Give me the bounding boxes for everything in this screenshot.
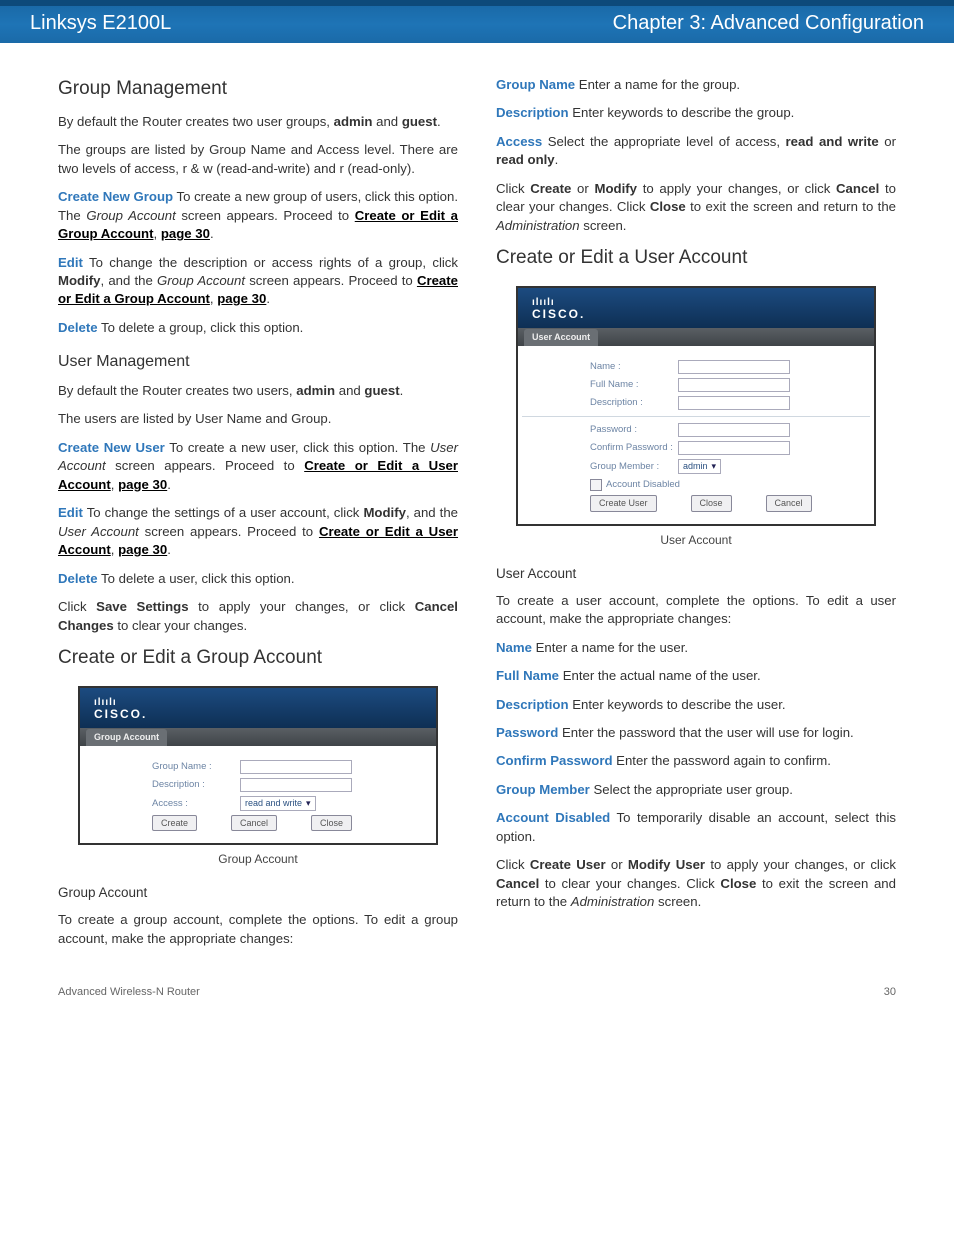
label-full-name: Full Name :	[590, 378, 678, 391]
label-name: Name :	[590, 360, 678, 373]
figure-user-account: ılıılı CISCO. User Account Name : Full N…	[496, 286, 896, 549]
label-account-disabled: Account Disabled	[606, 478, 680, 491]
create-button[interactable]: Create	[152, 815, 197, 832]
tab-user-account[interactable]: User Account	[524, 329, 598, 346]
checkbox-account-disabled[interactable]	[590, 479, 602, 491]
figure-group-account: ılıılı CISCO. Group Account Group Name :…	[58, 686, 458, 868]
cisco-logo-text: CISCO.	[532, 308, 860, 320]
key-edit: Edit	[58, 255, 83, 270]
link-page-30[interactable]: page 30	[118, 477, 167, 492]
figure-caption: User Account	[496, 532, 896, 549]
label-group-member: Group Member :	[590, 460, 678, 473]
key-create-new-user: Create New User	[58, 440, 165, 455]
footer-left: Advanced Wireless-N Router	[58, 986, 200, 998]
para-apply-changes: Click Create or Modify to apply your cha…	[496, 180, 896, 235]
para-confirm-password: Confirm Password Enter the password agai…	[496, 752, 896, 770]
key-full-name: Full Name	[496, 668, 559, 683]
para: The groups are listed by Group Name and …	[58, 141, 458, 178]
input-password[interactable]	[678, 423, 790, 437]
para-apply-user-changes: Click Create User or Modify User to appl…	[496, 856, 896, 911]
para-password: Password Enter the password that the use…	[496, 724, 896, 742]
para-description: Description Enter keywords to describe t…	[496, 696, 896, 714]
label-confirm-password: Confirm Password :	[590, 441, 678, 454]
close-button[interactable]: Close	[311, 815, 352, 832]
create-user-button[interactable]: Create User	[590, 495, 657, 512]
chevron-down-icon: ▾	[306, 797, 311, 810]
heading-create-edit-user-account: Create or Edit a User Account	[496, 245, 896, 272]
para: To create a group account, complete the …	[58, 911, 458, 948]
header-chapter: Chapter 3: Advanced Configuration	[613, 12, 924, 35]
label-description: Description :	[590, 396, 678, 409]
page-header: Linksys E2100L Chapter 3: Advanced Confi…	[0, 0, 954, 44]
subheading-user-account: User Account	[496, 565, 896, 584]
header-product: Linksys E2100L	[30, 12, 171, 35]
para: By default the Router creates two users,…	[58, 382, 458, 400]
para-edit-user: Edit To change the settings of a user ac…	[58, 504, 458, 559]
input-name[interactable]	[678, 360, 790, 374]
tab-group-account[interactable]: Group Account	[86, 729, 167, 746]
key-account-disabled: Account Disabled	[496, 810, 610, 825]
para-create-new-user: Create New User To create a new user, cl…	[58, 439, 458, 494]
key-name: Name	[496, 640, 532, 655]
key-delete: Delete	[58, 320, 98, 335]
link-page-30[interactable]: page 30	[118, 542, 167, 557]
para-name: Name Enter a name for the user.	[496, 639, 896, 657]
para-delete-user: Delete To delete a user, click this opti…	[58, 570, 458, 588]
para-save-settings: Click Save Settings to apply your change…	[58, 598, 458, 635]
label-password: Password :	[590, 423, 678, 436]
select-access[interactable]: read and write▾	[240, 796, 316, 811]
para: The users are listed by User Name and Gr…	[58, 410, 458, 428]
key-delete: Delete	[58, 571, 98, 586]
heading-group-management: Group Management	[58, 76, 458, 103]
para: To create a user account, complete the o…	[496, 592, 896, 629]
cisco-brand-bar: ılıılı CISCO.	[80, 688, 436, 728]
label-description: Description :	[152, 778, 240, 791]
para-delete-group: Delete To delete a group, click this opt…	[58, 319, 458, 337]
para-account-disabled: Account Disabled To temporarily disable …	[496, 809, 896, 846]
para: By default the Router creates two user g…	[58, 113, 458, 131]
heading-user-management: User Management	[58, 351, 458, 373]
link-page-30[interactable]: page 30	[161, 226, 210, 241]
para-group-name: Group Name Enter a name for the group.	[496, 76, 896, 94]
para-access: Access Select the appropriate level of a…	[496, 133, 896, 170]
key-password: Password	[496, 725, 558, 740]
subheading-group-account: Group Account	[58, 884, 458, 903]
input-group-name[interactable]	[240, 760, 352, 774]
input-description[interactable]	[240, 778, 352, 792]
key-create-new-group: Create New Group	[58, 189, 173, 204]
link-page-30[interactable]: page 30	[217, 291, 266, 306]
para-edit-group: Edit To change the description or access…	[58, 254, 458, 309]
cancel-button[interactable]: Cancel	[766, 495, 812, 512]
label-access: Access :	[152, 797, 240, 810]
key-edit: Edit	[58, 505, 83, 520]
close-button[interactable]: Close	[691, 495, 732, 512]
input-confirm-password[interactable]	[678, 441, 790, 455]
key-description: Description	[496, 105, 569, 120]
key-group-name: Group Name	[496, 77, 575, 92]
key-confirm-password: Confirm Password	[496, 753, 613, 768]
key-access: Access	[496, 134, 542, 149]
key-group-member: Group Member	[496, 782, 590, 797]
heading-create-edit-group-account: Create or Edit a Group Account	[58, 645, 458, 672]
footer-page-number: 30	[884, 986, 896, 998]
para-group-member: Group Member Select the appropriate user…	[496, 781, 896, 799]
input-full-name[interactable]	[678, 378, 790, 392]
cisco-logo-text: CISCO.	[94, 708, 422, 720]
figure-caption: Group Account	[58, 851, 458, 868]
select-group-member[interactable]: admin▾	[678, 459, 721, 474]
input-description[interactable]	[678, 396, 790, 410]
page-footer: Advanced Wireless-N Router 30	[0, 978, 954, 1018]
divider	[522, 416, 870, 417]
cisco-brand-bar: ılıılı CISCO.	[518, 288, 874, 328]
chevron-down-icon: ▾	[712, 460, 717, 473]
para-full-name: Full Name Enter the actual name of the u…	[496, 667, 896, 685]
cancel-button[interactable]: Cancel	[231, 815, 277, 832]
para-description: Description Enter keywords to describe t…	[496, 104, 896, 122]
para-create-new-group: Create New Group To create a new group o…	[58, 188, 458, 243]
label-group-name: Group Name :	[152, 760, 240, 773]
key-description: Description	[496, 697, 569, 712]
